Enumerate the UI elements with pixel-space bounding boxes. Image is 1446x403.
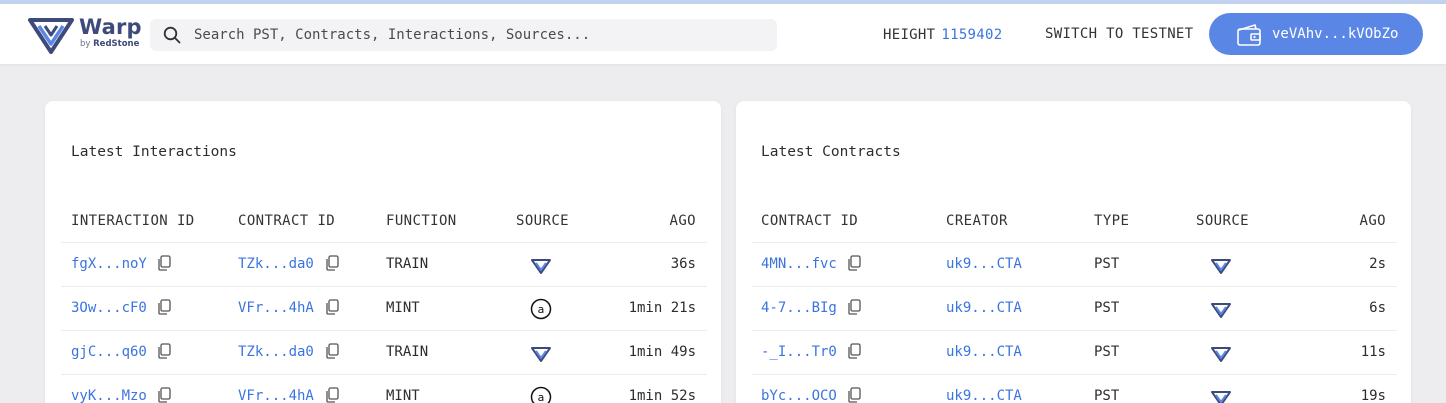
column-header-type: TYPE bbox=[1094, 213, 1130, 229]
ago-value: 19s bbox=[1360, 388, 1386, 403]
row-divider bbox=[752, 286, 1397, 287]
contract-id-link[interactable]: bYc...OCO bbox=[761, 388, 837, 403]
row-divider bbox=[61, 330, 707, 331]
svg-text:a: a bbox=[538, 391, 545, 403]
search-input[interactable] bbox=[194, 19, 764, 51]
wallet-address: veVAhv...kVObZo bbox=[1272, 26, 1399, 42]
search-bar bbox=[150, 19, 777, 51]
arweave-icon: a bbox=[530, 386, 552, 403]
arweave-icon: a bbox=[530, 298, 552, 320]
column-header-contract-id: CONTRACT ID bbox=[761, 213, 859, 229]
column-header-ago: AGO bbox=[669, 213, 696, 229]
contract-id-link[interactable]: -_I...Tr0 bbox=[761, 344, 837, 360]
brand-by-name: RedStone bbox=[93, 39, 140, 49]
copy-icon[interactable] bbox=[847, 255, 861, 271]
copy-icon[interactable] bbox=[325, 255, 339, 271]
creator-link[interactable]: uk9...CTA bbox=[946, 300, 1022, 316]
creator-link[interactable]: uk9...CTA bbox=[946, 256, 1022, 272]
block-height: HEIGHT 1159402 bbox=[883, 27, 1002, 43]
copy-icon[interactable] bbox=[157, 255, 171, 271]
latest-interactions-card: Latest Interactions INTERACTION ID CONTR… bbox=[45, 101, 721, 403]
row-divider bbox=[61, 242, 707, 243]
contract-id-link[interactable]: 4-7...BIg bbox=[761, 300, 837, 316]
column-header-creator: CREATOR bbox=[946, 213, 1008, 229]
height-value[interactable]: 1159402 bbox=[941, 27, 1002, 43]
ago-value: 1min 52s bbox=[628, 388, 696, 403]
contract-id-link[interactable]: 4MN...fvc bbox=[761, 256, 837, 272]
copy-icon[interactable] bbox=[157, 387, 171, 403]
contract-type: PST bbox=[1094, 388, 1120, 403]
svg-text:a: a bbox=[538, 303, 545, 316]
ago-value: 11s bbox=[1360, 344, 1386, 360]
latest-interactions-title: Latest Interactions bbox=[71, 144, 237, 160]
copy-icon[interactable] bbox=[157, 343, 171, 359]
warp-icon bbox=[1211, 259, 1231, 274]
contract-type: PST bbox=[1094, 344, 1120, 360]
row-divider bbox=[752, 374, 1397, 375]
latest-contracts-card: Latest Contracts CONTRACT ID CREATOR TYP… bbox=[736, 101, 1411, 403]
switch-to-testnet-button[interactable]: SWITCH TO TESTNET bbox=[1045, 26, 1193, 42]
row-divider bbox=[752, 242, 1397, 243]
creator-link[interactable]: uk9...CTA bbox=[946, 388, 1022, 403]
interaction-id-link[interactable]: gjC...q60 bbox=[71, 344, 147, 360]
ago-value: 36s bbox=[670, 256, 696, 272]
column-header-interaction-id: INTERACTION ID bbox=[71, 213, 195, 229]
function-name: MINT bbox=[386, 300, 420, 316]
column-header-ago: AGO bbox=[1359, 213, 1386, 229]
ago-value: 1min 49s bbox=[628, 344, 696, 360]
function-name: MINT bbox=[386, 388, 420, 403]
copy-icon[interactable] bbox=[325, 343, 339, 359]
copy-icon[interactable] bbox=[847, 387, 861, 403]
column-header-source: SOURCE bbox=[516, 213, 569, 229]
copy-icon[interactable] bbox=[847, 343, 861, 359]
copy-icon[interactable] bbox=[325, 387, 339, 403]
interaction-id-link[interactable]: fgX...noY bbox=[71, 256, 147, 272]
brand-byline: by RedStone bbox=[79, 38, 142, 50]
brand-wordmark[interactable]: Warp by RedStone bbox=[79, 16, 142, 50]
interaction-id-link[interactable]: 3Ow...cF0 bbox=[71, 300, 147, 316]
top-navbar: Warp by RedStone HEIGHT 1159402 SWITCH TO… bbox=[0, 4, 1446, 64]
wallet-button[interactable]: veVAhv...kVObZo bbox=[1209, 13, 1423, 55]
contract-type: PST bbox=[1094, 256, 1120, 272]
ago-value: 1min 21s bbox=[628, 300, 696, 316]
warp-icon bbox=[1211, 303, 1231, 318]
row-divider bbox=[61, 286, 707, 287]
height-label: HEIGHT bbox=[883, 27, 936, 43]
warp-icon bbox=[1211, 347, 1231, 362]
brand-name: Warp bbox=[79, 15, 142, 39]
warp-icon bbox=[531, 347, 551, 362]
warp-icon bbox=[531, 259, 551, 274]
latest-contracts-title: Latest Contracts bbox=[761, 144, 901, 160]
copy-icon[interactable] bbox=[157, 299, 171, 315]
column-header-source: SOURCE bbox=[1196, 213, 1249, 229]
row-divider bbox=[61, 374, 707, 375]
contract-id-link[interactable]: TZk...da0 bbox=[238, 256, 314, 272]
contract-type: PST bbox=[1094, 300, 1120, 316]
copy-icon[interactable] bbox=[325, 299, 339, 315]
contract-id-link[interactable]: VFr...4hA bbox=[238, 300, 314, 316]
row-divider bbox=[752, 330, 1397, 331]
function-name: TRAIN bbox=[386, 256, 429, 272]
search-icon bbox=[163, 26, 181, 44]
warp-logo-icon[interactable] bbox=[28, 14, 74, 56]
interaction-id-link[interactable]: vyK...Mzo bbox=[71, 388, 147, 403]
wallet-icon bbox=[1237, 24, 1261, 46]
function-name: TRAIN bbox=[386, 344, 429, 360]
contract-id-link[interactable]: TZk...da0 bbox=[238, 344, 314, 360]
ago-value: 6s bbox=[1369, 300, 1386, 316]
creator-link[interactable]: uk9...CTA bbox=[946, 344, 1022, 360]
contract-id-link[interactable]: VFr...4hA bbox=[238, 388, 314, 403]
ago-value: 2s bbox=[1369, 256, 1386, 272]
column-header-contract-id: CONTRACT ID bbox=[238, 213, 336, 229]
copy-icon[interactable] bbox=[847, 299, 861, 315]
column-header-function: FUNCTION bbox=[386, 213, 457, 229]
brand-by: by bbox=[80, 39, 91, 49]
warp-icon bbox=[1211, 391, 1231, 403]
